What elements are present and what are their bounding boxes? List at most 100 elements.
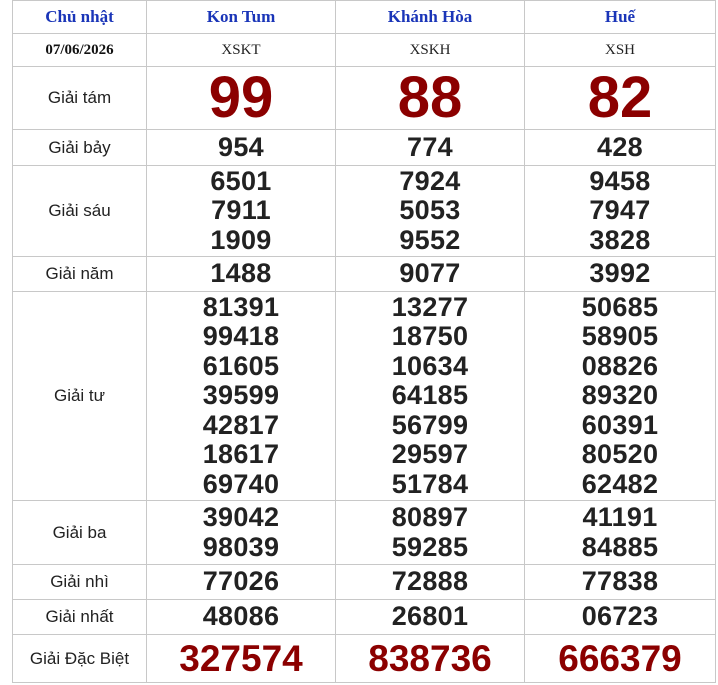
lottery-results-table: Chủ nhật Kon Tum Khánh Hòa Huế 07/06/202… — [12, 0, 716, 683]
prize-number: 9552 — [399, 224, 461, 255]
prize-cell-hue: 666379 — [524, 634, 716, 683]
prize-label: Giải ba — [12, 500, 147, 565]
prize-cell-kon-tum: 77026 — [146, 564, 336, 600]
prize-number: 99418 — [202, 321, 280, 352]
prize-cell-kon-tum: 6501 7911 1909 — [146, 165, 336, 257]
province-code-hue: XSH — [524, 33, 716, 67]
prize-number: 59285 — [391, 531, 469, 562]
prize-number: 3992 — [589, 258, 651, 289]
prize-number: 954 — [218, 131, 264, 162]
prize-cell-khanh-hoa: 13277 18750 10634 64185 56799 29597 5178… — [335, 291, 525, 501]
prize-cell-khanh-hoa: 838736 — [335, 634, 525, 683]
province-link-khanh-hoa[interactable]: Khánh Hòa — [335, 0, 525, 34]
prize-row-giai-tam: Giải tám 99 88 82 — [12, 65, 716, 130]
prize-number: 80897 — [391, 502, 469, 532]
prize-label: Giải tư — [12, 291, 147, 501]
special-prize-number: 327574 — [179, 637, 303, 679]
prize-number: 26801 — [391, 601, 469, 632]
prize-cell-hue: 41191 84885 — [524, 500, 716, 565]
prize-number: 10634 — [391, 350, 469, 381]
prize-number: 428 — [597, 131, 643, 162]
prize-number: 6501 — [210, 165, 272, 196]
prize-label: Giải Đặc Biệt — [12, 634, 147, 683]
province-link-hue[interactable]: Huế — [524, 0, 716, 34]
prize-number: 9458 — [589, 165, 651, 196]
prize-number: 72888 — [391, 566, 469, 597]
prize-number: 69740 — [202, 468, 280, 499]
subheader-row: 07/06/2026 XSKT XSKH XSH — [12, 33, 716, 67]
prize-label: Giải sáu — [12, 165, 147, 257]
prize-label: Giải bảy — [12, 129, 147, 166]
special-prize-number: 838736 — [368, 637, 492, 679]
prize-number: 1488 — [210, 258, 272, 289]
prize-number: 80520 — [581, 439, 659, 470]
prize-number: 84885 — [581, 531, 659, 562]
prize-number: 82 — [587, 65, 653, 130]
prize-cell-khanh-hoa: 7924 5053 9552 — [335, 165, 525, 257]
prize-number: 9077 — [399, 258, 461, 289]
prize-number: 3828 — [589, 224, 651, 255]
prize-row-giai-dac-biet: Giải Đặc Biệt 327574 838736 666379 — [12, 634, 716, 683]
prize-number: 56799 — [391, 409, 469, 440]
prize-cell-hue: 9458 7947 3828 — [524, 165, 716, 257]
prize-cell-kon-tum: 39042 98039 — [146, 500, 336, 565]
prize-number: 774 — [407, 131, 453, 162]
prize-row-giai-nam: Giải năm 1488 9077 3992 — [12, 256, 716, 292]
prize-number: 7924 — [399, 165, 461, 196]
prize-cell-kon-tum: 81391 99418 61605 39599 42817 18617 6974… — [146, 291, 336, 501]
prize-row-giai-nhi: Giải nhì 77026 72888 77838 — [12, 564, 716, 600]
prize-number: 5053 — [399, 195, 461, 226]
prize-cell-kon-tum: 99 — [146, 66, 336, 130]
prize-number: 29597 — [391, 439, 469, 470]
special-prize-number: 666379 — [558, 637, 682, 679]
prize-row-giai-ba: Giải ba 39042 98039 80897 59285 41191 84… — [12, 500, 716, 565]
prize-number: 7947 — [589, 195, 651, 226]
prize-number: 42817 — [202, 409, 280, 440]
prize-cell-hue: 3992 — [524, 256, 716, 292]
prize-number: 62482 — [581, 468, 659, 499]
prize-number: 77026 — [202, 566, 280, 597]
prize-label: Giải tám — [12, 66, 147, 130]
prize-number: 08826 — [581, 350, 659, 381]
prize-number: 39599 — [202, 380, 280, 411]
prize-number: 51784 — [391, 468, 469, 499]
prize-number: 18617 — [202, 439, 280, 470]
prize-label: Giải nhất — [12, 599, 147, 635]
prize-cell-kon-tum: 48086 — [146, 599, 336, 635]
prize-number: 88 — [397, 65, 463, 130]
prize-number: 41191 — [582, 502, 658, 532]
prize-cell-hue: 77838 — [524, 564, 716, 600]
prize-number: 60391 — [581, 409, 659, 440]
prize-number: 58905 — [581, 321, 659, 352]
prize-number: 61605 — [202, 350, 280, 381]
prize-row-giai-nhat: Giải nhất 48086 26801 06723 — [12, 599, 716, 635]
day-link[interactable]: Chủ nhật — [12, 0, 147, 34]
province-link-kon-tum[interactable]: Kon Tum — [146, 0, 336, 34]
prize-cell-khanh-hoa: 774 — [335, 129, 525, 166]
prize-number: 39042 — [202, 502, 280, 532]
prize-cell-khanh-hoa: 72888 — [335, 564, 525, 600]
prize-cell-khanh-hoa: 80897 59285 — [335, 500, 525, 565]
prize-number: 77838 — [581, 566, 659, 597]
header-row: Chủ nhật Kon Tum Khánh Hòa Huế — [12, 0, 716, 34]
prize-number: 50685 — [581, 291, 659, 322]
prize-number: 48086 — [202, 601, 280, 632]
prize-cell-khanh-hoa: 9077 — [335, 256, 525, 292]
draw-date: 07/06/2026 — [12, 33, 147, 67]
prize-cell-kon-tum: 327574 — [146, 634, 336, 683]
prize-label: Giải nhì — [12, 564, 147, 600]
prize-number: 98039 — [202, 531, 280, 562]
prize-cell-hue: 50685 58905 08826 89320 60391 80520 6248… — [524, 291, 716, 501]
prize-number: 64185 — [391, 380, 469, 411]
prize-number: 7911 — [211, 195, 271, 226]
prize-row-giai-bay: Giải bảy 954 774 428 — [12, 129, 716, 166]
province-code-kon-tum: XSKT — [146, 33, 336, 67]
prize-number: 13277 — [391, 291, 469, 322]
prize-number: 06723 — [581, 601, 659, 632]
province-code-khanh-hoa: XSKH — [335, 33, 525, 67]
prize-number: 1909 — [210, 224, 272, 255]
prize-cell-kon-tum: 954 — [146, 129, 336, 166]
prize-cell-kon-tum: 1488 — [146, 256, 336, 292]
prize-cell-hue: 82 — [524, 65, 716, 130]
prize-cell-hue: 06723 — [524, 599, 716, 635]
